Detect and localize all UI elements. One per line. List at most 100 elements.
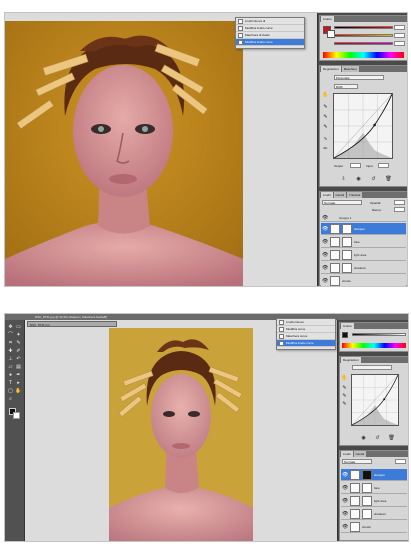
color-ramp[interactable] <box>342 343 406 348</box>
eyedropper-black-icon[interactable]: ✎ <box>341 385 348 391</box>
curves-graph[interactable] <box>351 374 399 426</box>
hand-tool-icon[interactable]: ✋ <box>15 388 22 395</box>
eyedropper-black-icon[interactable]: ✎ <box>322 104 329 110</box>
opacity-field[interactable] <box>395 459 406 464</box>
hand-tool-icon[interactable]: ✋ <box>341 375 348 381</box>
zoom-tool-icon[interactable]: ⌕ <box>7 396 14 403</box>
gradient-tool-icon[interactable]: ▤ <box>15 364 22 371</box>
foreground-color-swatch[interactable] <box>342 332 348 338</box>
curve-point-tool-icon[interactable]: ∿ <box>322 136 329 142</box>
visibility-eye-icon[interactable]: 👁 <box>342 472 348 478</box>
curves-output-field[interactable] <box>350 163 361 168</box>
tab-paths[interactable]: Tracciati <box>347 192 363 198</box>
history-item[interactable]: Modifica curve <box>277 326 335 333</box>
layer-row[interactable]: 👁 face <box>341 482 407 494</box>
layer-mask-thumbnail[interactable] <box>362 509 372 519</box>
red-value-field[interactable] <box>394 25 405 30</box>
visibility-toggle-icon[interactable]: ◉ <box>355 176 362 182</box>
visibility-eye-icon[interactable]: 👁 <box>322 252 328 258</box>
green-value-field[interactable] <box>394 33 405 38</box>
move-tool-icon[interactable]: ✥ <box>7 324 14 331</box>
history-item[interactable]: Livelli Nuova di <box>236 18 304 25</box>
layer-row[interactable]: 👁 light area <box>341 495 407 507</box>
eraser-tool-icon[interactable]: ▱ <box>7 364 14 371</box>
color-ramp[interactable] <box>323 52 404 58</box>
layer-row[interactable]: 👁 light area <box>321 249 406 261</box>
layer-row[interactable]: 👁 sfondo <box>341 521 407 533</box>
healing-brush-icon[interactable]: ✚ <box>7 348 14 355</box>
gray-slider[interactable] <box>352 333 406 336</box>
tab-layers[interactable]: Livelli <box>341 451 353 457</box>
lasso-tool-icon[interactable]: ⌒ <box>7 332 14 339</box>
tab-channels[interactable]: Canali <box>333 192 347 198</box>
delete-adjustment-icon[interactable]: 🗑 <box>385 176 392 182</box>
eyedropper-white-icon[interactable]: ✎ <box>322 124 329 130</box>
type-tool-icon[interactable]: T <box>7 380 14 387</box>
visibility-eye-icon[interactable]: 👁 <box>322 226 328 232</box>
tab-masks[interactable]: Maschere <box>341 66 359 72</box>
visibility-eye-icon[interactable]: 👁 <box>342 524 348 530</box>
layer-row[interactable]: 👁 face <box>321 236 406 248</box>
curves-preset-dropdown[interactable] <box>352 365 392 370</box>
opacity-field[interactable] <box>394 200 405 205</box>
pencil-tool-icon[interactable]: ✏ <box>322 146 329 152</box>
blue-value-field[interactable] <box>394 41 405 46</box>
layer-mask-thumbnail[interactable] <box>342 263 352 273</box>
blend-mode-dropdown[interactable]: Normale <box>342 459 372 464</box>
reset-icon[interactable]: ↺ <box>370 176 377 182</box>
eyedropper-gray-icon[interactable]: ✎ <box>341 393 348 399</box>
history-item[interactable]: Livello Nuovo <box>277 319 335 326</box>
layer-mask-thumbnail[interactable] <box>362 496 372 506</box>
brush-tool-icon[interactable]: ✐ <box>15 348 22 355</box>
tab-adjustments[interactable]: Regolazioni <box>341 357 361 363</box>
channel-dropdown[interactable]: RGB <box>334 84 358 89</box>
tab-channels[interactable]: Canali <box>353 451 367 457</box>
visibility-eye-icon[interactable]: 👁 <box>322 239 328 245</box>
visibility-eye-icon[interactable]: 👁 <box>342 511 348 517</box>
tab-adjustments[interactable]: Regolazioni <box>321 66 341 72</box>
eyedropper-tool-icon[interactable]: ✎ <box>15 340 22 347</box>
history-item[interactable]: Maschera curve <box>277 333 335 340</box>
clip-to-layer-icon[interactable]: ⇩ <box>340 176 347 182</box>
tab-layers[interactable]: Livelli <box>321 192 333 198</box>
visibility-eye-icon[interactable]: 👁 <box>342 485 348 491</box>
layer-row[interactable]: 👁 sfondo <box>321 275 406 286</box>
delete-adjustment-icon[interactable]: 🗑 <box>388 435 395 441</box>
path-select-icon[interactable]: ▸ <box>15 380 22 387</box>
pen-tool-icon[interactable]: ✒ <box>15 372 22 379</box>
history-item-active[interactable]: Modifica livello curve <box>236 39 304 46</box>
layer-row[interactable]: 👁 Gruppo 1 <box>321 214 406 222</box>
blue-slider[interactable] <box>334 42 393 45</box>
layer-mask-thumbnail[interactable] <box>342 224 352 234</box>
history-item[interactable]: Maschera di livello <box>236 32 304 39</box>
history-item[interactable]: Modifica livello curve <box>236 25 304 32</box>
layer-mask-thumbnail[interactable] <box>362 483 372 493</box>
layer-row-selected[interactable]: 👁 sharpen <box>321 223 406 235</box>
curves-graph[interactable] <box>333 93 393 159</box>
crop-tool-icon[interactable]: ⌗ <box>7 340 14 347</box>
eyedropper-gray-icon[interactable]: ✎ <box>322 114 329 120</box>
curves-preset-dropdown[interactable]: Personale <box>334 75 384 80</box>
layer-mask-thumbnail[interactable] <box>342 250 352 260</box>
blend-mode-dropdown[interactable]: Normale <box>322 200 362 205</box>
magic-wand-tool-icon[interactable]: ✦ <box>15 332 22 339</box>
visibility-eye-icon[interactable]: 👁 <box>342 498 348 504</box>
dodge-tool-icon[interactable]: ● <box>7 372 14 379</box>
visibility-eye-icon[interactable]: 👁 <box>322 215 328 221</box>
shape-tool-icon[interactable]: ▢ <box>7 388 14 395</box>
fill-field[interactable] <box>394 207 405 212</box>
hand-tool-icon[interactable]: ✋ <box>322 92 329 98</box>
tab-color[interactable]: Colore <box>321 16 334 22</box>
visibility-eye-icon[interactable]: 👁 <box>322 278 328 284</box>
history-item-active[interactable]: Modifica livello curve <box>277 340 335 347</box>
reset-icon[interactable]: ↺ <box>374 435 381 441</box>
visibility-toggle-icon[interactable]: ◉ <box>360 435 367 441</box>
eyedropper-white-icon[interactable]: ✎ <box>341 401 348 407</box>
visibility-eye-icon[interactable]: 👁 <box>322 265 328 271</box>
history-brush-icon[interactable]: ↶ <box>15 356 22 363</box>
green-slider[interactable] <box>334 34 393 37</box>
red-slider[interactable] <box>334 26 393 29</box>
tab-color[interactable]: Colore <box>341 323 354 329</box>
layer-row[interactable]: 👁 shadows <box>321 262 406 274</box>
marquee-tool-icon[interactable]: ▭ <box>15 324 22 331</box>
